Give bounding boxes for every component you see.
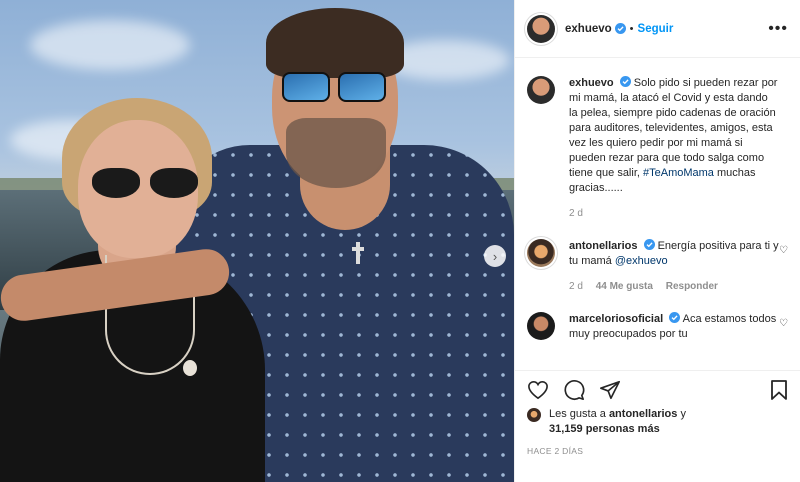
verified-badge-icon — [614, 23, 626, 34]
hashtag-link[interactable]: #TeAmoMama — [643, 167, 714, 179]
instagram-post: › exhuevo • Seguir ••• exhuevo Solo pido… — [0, 0, 800, 482]
caption-text: Solo pido si pueden rezar por mi mamá, l… — [569, 77, 778, 179]
chevron-right-icon[interactable]: › — [484, 245, 506, 267]
comment-likes[interactable]: 44 Me gusta — [596, 281, 653, 292]
post-side-panel: exhuevo • Seguir ••• exhuevo Solo pido s… — [514, 0, 800, 482]
likes-count[interactable]: 31,159 personas más — [549, 423, 660, 435]
avatar[interactable] — [527, 76, 555, 104]
caption-username[interactable]: exhuevo — [569, 77, 614, 89]
likes-summary: Les gusta a antonellarios y 31,159 perso… — [527, 407, 788, 437]
verified-badge-icon — [643, 239, 655, 250]
verified-badge-icon — [619, 76, 631, 87]
man-hair — [266, 8, 404, 78]
avatar[interactable] — [527, 239, 555, 267]
post-header: exhuevo • Seguir ••• — [515, 0, 800, 58]
man-beard — [286, 118, 386, 188]
avatar[interactable] — [527, 408, 541, 422]
cross-pendant — [352, 242, 364, 264]
author-username[interactable]: exhuevo — [565, 23, 612, 35]
likes-prefix: Les gusta a — [549, 408, 606, 420]
caption-age: 2 d — [569, 208, 583, 219]
comment-username[interactable]: antonellarios — [569, 240, 637, 252]
share-icon[interactable] — [599, 379, 621, 401]
bookmark-icon[interactable] — [770, 379, 788, 401]
comment-username[interactable]: marceloriosoficial — [569, 313, 663, 325]
comment: marceloriosoficial Aca estamos todos muy… — [527, 312, 788, 342]
comments-list[interactable]: exhuevo Solo pido si pueden rezar por mi… — [515, 58, 800, 370]
post-photo[interactable]: › — [0, 0, 514, 482]
post-timestamp[interactable]: HACE 2 DÍAS — [527, 446, 583, 456]
avatar[interactable] — [527, 312, 555, 340]
cloud — [30, 20, 190, 70]
comment-icon[interactable] — [563, 379, 585, 401]
heart-icon[interactable] — [527, 380, 549, 400]
pendant — [183, 360, 197, 376]
comment: antonellarios Energía positiva para ti y… — [527, 239, 788, 294]
comment-age: 2 d — [569, 281, 583, 292]
verified-badge-icon — [669, 312, 681, 323]
reply-button[interactable]: Responder — [666, 281, 718, 292]
mention-link[interactable]: @exhuevo — [615, 255, 668, 267]
man-sunglasses — [282, 72, 386, 106]
caption: exhuevo Solo pido si pueden rezar por mi… — [527, 76, 788, 221]
likes-conj: y — [680, 408, 686, 420]
heart-icon[interactable]: ♡ — [779, 318, 788, 329]
more-horizontal-icon[interactable]: ••• — [768, 20, 788, 38]
separator-dot: • — [629, 22, 634, 35]
follow-button[interactable]: Seguir — [638, 23, 674, 35]
liker-username[interactable]: antonellarios — [609, 408, 677, 420]
woman-sunglasses — [92, 168, 200, 200]
action-bar — [515, 370, 800, 408]
heart-icon[interactable]: ♡ — [779, 245, 788, 256]
avatar[interactable] — [527, 14, 555, 43]
